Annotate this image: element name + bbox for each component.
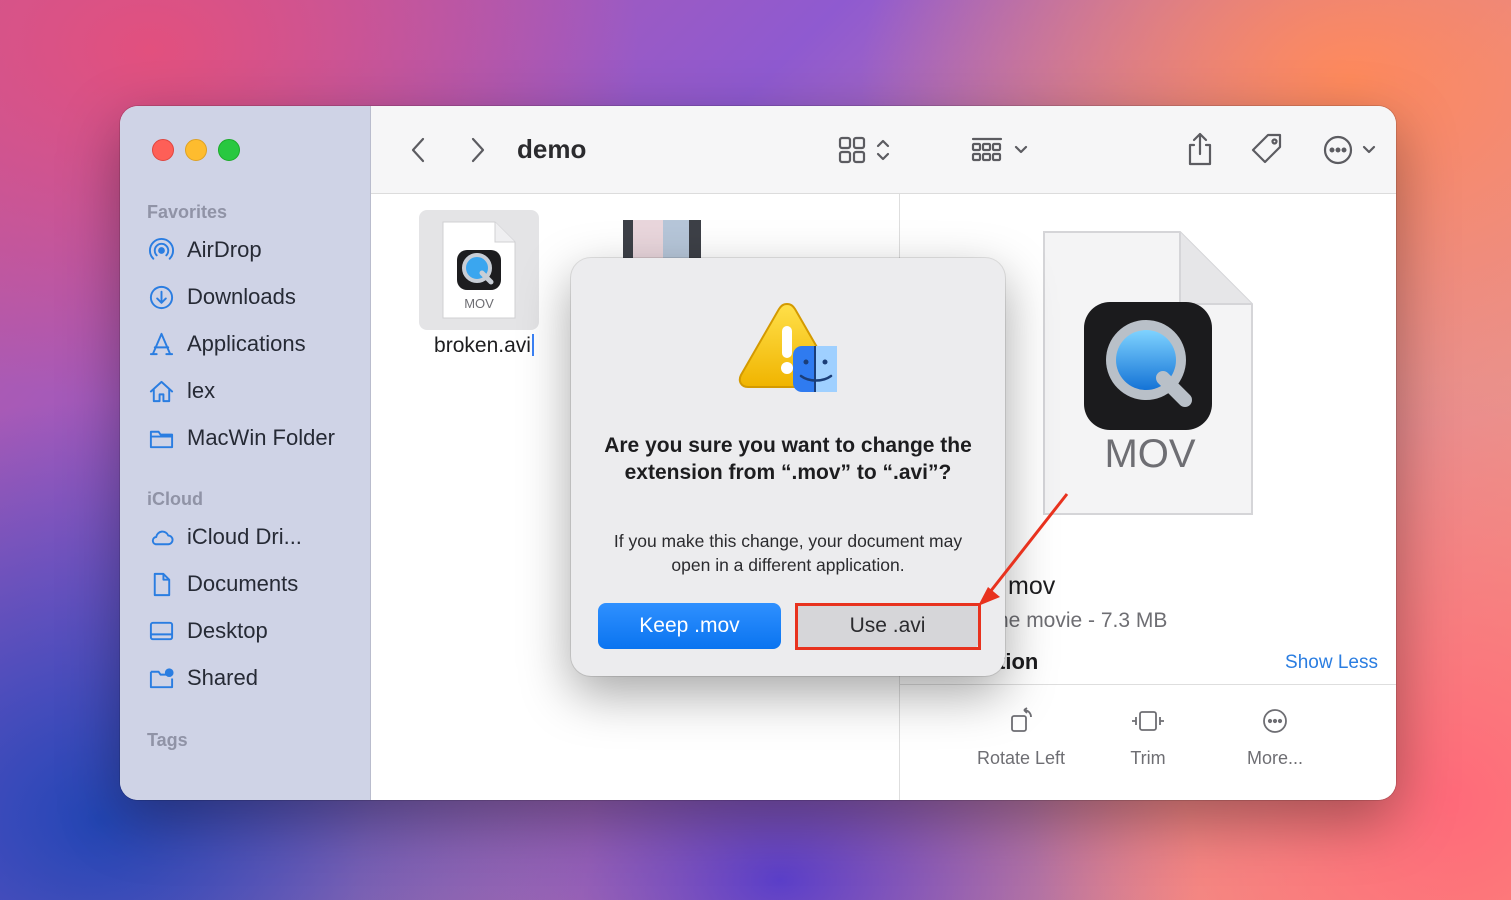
shared-folder-icon: [149, 667, 174, 688]
toolbar: demo: [371, 106, 1396, 194]
more-actions-button[interactable]: [1318, 132, 1382, 168]
favorites-heading: Favorites: [147, 202, 228, 222]
window-controls: [152, 139, 240, 161]
sidebar-item-label: AirDrop: [187, 237, 262, 262]
file-badge: MOV: [464, 296, 494, 311]
sidebar-item-label: Shared: [187, 665, 258, 690]
file-item-thumbnail[interactable]: MOV: [419, 210, 539, 330]
sidebar-item-label: lex: [187, 378, 216, 403]
trim-icon: [1132, 711, 1164, 731]
zoom-button[interactable]: [218, 139, 240, 161]
sidebar-item-applications[interactable]: Applications: [148, 326, 306, 362]
airdrop-icon: [148, 237, 175, 260]
sidebar-item-downloads[interactable]: Downloads: [148, 279, 296, 315]
sidebar-item-label: Desktop: [187, 618, 268, 643]
group-icon: [971, 137, 1003, 162]
file-name-field[interactable]: broken.avi: [419, 334, 549, 358]
tag-icon: [1251, 133, 1282, 164]
more-icon: [1263, 709, 1287, 733]
folder-icon: [149, 430, 174, 448]
mov-file-icon: [442, 221, 516, 319]
sidebar-item-airdrop[interactable]: AirDrop: [148, 232, 262, 268]
tags-heading: Tags: [147, 730, 188, 750]
rotate-left-icon: [1011, 707, 1032, 732]
back-button[interactable]: [403, 134, 433, 166]
view-mode-button[interactable]: [833, 132, 897, 168]
applications-icon: [149, 332, 174, 355]
grid-view-icon: [838, 136, 866, 164]
sidebar-item-label: MacWin Folder: [187, 425, 335, 450]
sidebar-item-documents[interactable]: Documents: [148, 566, 298, 602]
chevron-right-icon: [471, 137, 485, 163]
action-label: Trim: [1130, 748, 1166, 768]
sidebar-item-icloud-drive[interactable]: iCloud Dri...: [148, 519, 302, 555]
sidebar-item-label: Applications: [187, 331, 306, 356]
window-title: demo: [517, 134, 587, 164]
icloud-icon: [151, 530, 174, 545]
forward-button[interactable]: [463, 134, 493, 166]
sidebar: Favorites AirDrop Downloads Applications: [120, 106, 371, 800]
divider: [900, 684, 1396, 685]
downloads-icon: [149, 285, 174, 309]
keep-mov-button[interactable]: Keep .mov: [598, 603, 781, 649]
share-icon: [1188, 132, 1212, 166]
share-button[interactable]: [1183, 130, 1217, 168]
ellipsis-circle-icon: [1323, 135, 1353, 165]
document-icon: [153, 572, 171, 596]
chevron-updown-icon: [876, 139, 890, 161]
chevron-down-icon: [1362, 145, 1376, 154]
home-icon: [149, 380, 174, 402]
minimize-button[interactable]: [185, 139, 207, 161]
chevron-left-icon: [411, 137, 425, 163]
file-name-text: broken.avi: [434, 334, 531, 357]
warning-finder-icon: [738, 302, 837, 392]
sidebar-item-desktop[interactable]: Desktop: [148, 613, 268, 649]
preview-file-name: mov: [1008, 572, 1056, 600]
trim-button[interactable]: Trim: [1083, 706, 1213, 769]
dialog-title: Are you sure you want to change the exte…: [604, 434, 972, 484]
icloud-heading: iCloud: [147, 489, 203, 509]
more-button[interactable]: More...: [1210, 706, 1340, 769]
sidebar-item-label: Documents: [187, 571, 299, 596]
close-button[interactable]: [152, 139, 174, 161]
chevron-down-icon: [1014, 145, 1028, 154]
sidebar-item-label: Downloads: [187, 284, 296, 309]
sidebar-item-home[interactable]: lex: [148, 373, 215, 409]
preview-doc-label: MOV: [1104, 432, 1196, 476]
group-button[interactable]: [967, 132, 1033, 168]
preview-file-kind: ne movie - 7.3 MB: [997, 609, 1168, 632]
sidebar-item-shared[interactable]: Shared: [148, 660, 258, 696]
tag-button[interactable]: [1247, 130, 1287, 168]
show-less-link[interactable]: Show Less: [1285, 652, 1378, 674]
video-thumbnail[interactable]: [623, 220, 701, 260]
action-label: Rotate Left: [976, 748, 1066, 768]
rotate-left-button[interactable]: Rotate Left: [956, 706, 1086, 769]
dialog-message: If you make this change, your document m…: [613, 531, 963, 575]
sidebar-item-label: iCloud Dri...: [187, 524, 302, 549]
annotation-highlight-box: [795, 603, 981, 650]
desktop-icon: [149, 621, 174, 640]
action-label: More...: [1246, 748, 1303, 768]
sidebar-item-macwin-folder[interactable]: MacWin Folder: [148, 420, 335, 456]
text-caret: [531, 334, 534, 356]
